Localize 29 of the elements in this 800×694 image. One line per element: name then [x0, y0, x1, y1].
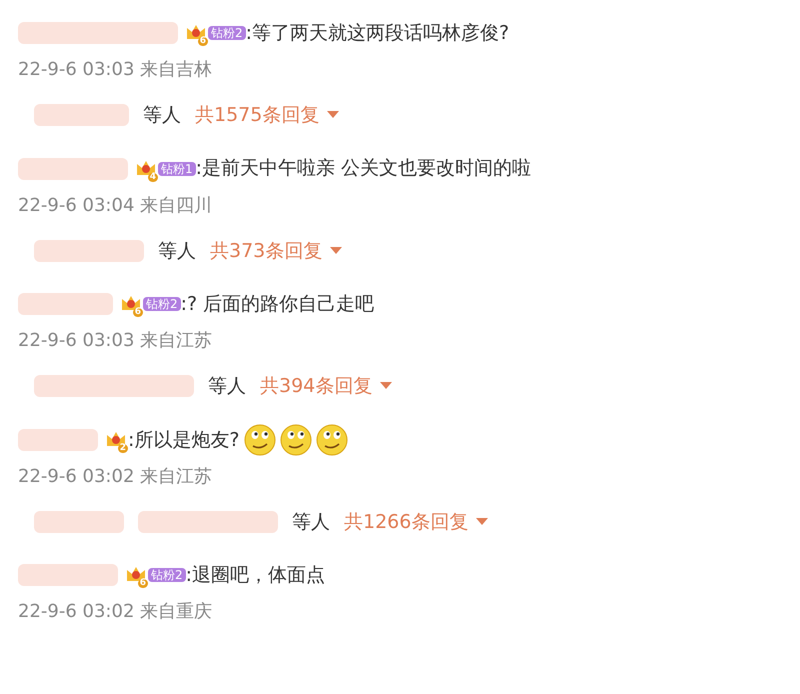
- caret-icon: [476, 518, 488, 526]
- comment-meta: 22-9-6 03:03 来自吉林: [18, 58, 214, 82]
- fan-badge: 钻粉2: [143, 297, 181, 312]
- replies-link[interactable]: 共1266条回复: [344, 508, 488, 536]
- replies-suffix: 等人: [143, 103, 181, 128]
- comment-text: :是前天中午啦亲 公关文也要改时间的啦: [196, 156, 532, 182]
- comment-meta: 22-9-6 03:02 来自江苏: [18, 464, 214, 489]
- comment-meta: 22-9-6 03:04 来自四川: [18, 194, 214, 218]
- comment-text: :退圈吧，体面点: [186, 563, 326, 588]
- caret-icon: [330, 246, 342, 255]
- fan-badge: 钻粉1: [158, 162, 196, 176]
- replies-link[interactable]: 共1575条回复: [195, 101, 340, 130]
- replies-suffix: 等人: [158, 238, 196, 264]
- caret-icon: [327, 111, 340, 120]
- replies-link[interactable]: 共394条回复: [260, 372, 392, 401]
- replies-link[interactable]: 共373条回复: [210, 236, 342, 266]
- caret-icon: [380, 382, 392, 390]
- fan-badge: 钻粉2: [208, 26, 246, 40]
- comment-meta: 22-9-6 03:02 来自重庆: [18, 600, 214, 624]
- comment-text: :所以是炮友?: [128, 428, 240, 453]
- smirk-emoji-icon: [244, 424, 276, 456]
- fan-badge: 钻粉2: [148, 568, 186, 582]
- replies-suffix: 等人: [292, 510, 330, 535]
- smirk-emoji-icon: [280, 424, 312, 456]
- smirk-emoji-icon: [316, 424, 348, 456]
- comment-text: :? 后面的路你自己走吧: [180, 292, 374, 317]
- comment-text: :等了两天就这两段话吗林彦俊?: [246, 20, 510, 46]
- replies-suffix: 等人: [208, 374, 246, 400]
- comment-meta: 22-9-6 03:03 来自江苏: [18, 329, 214, 354]
